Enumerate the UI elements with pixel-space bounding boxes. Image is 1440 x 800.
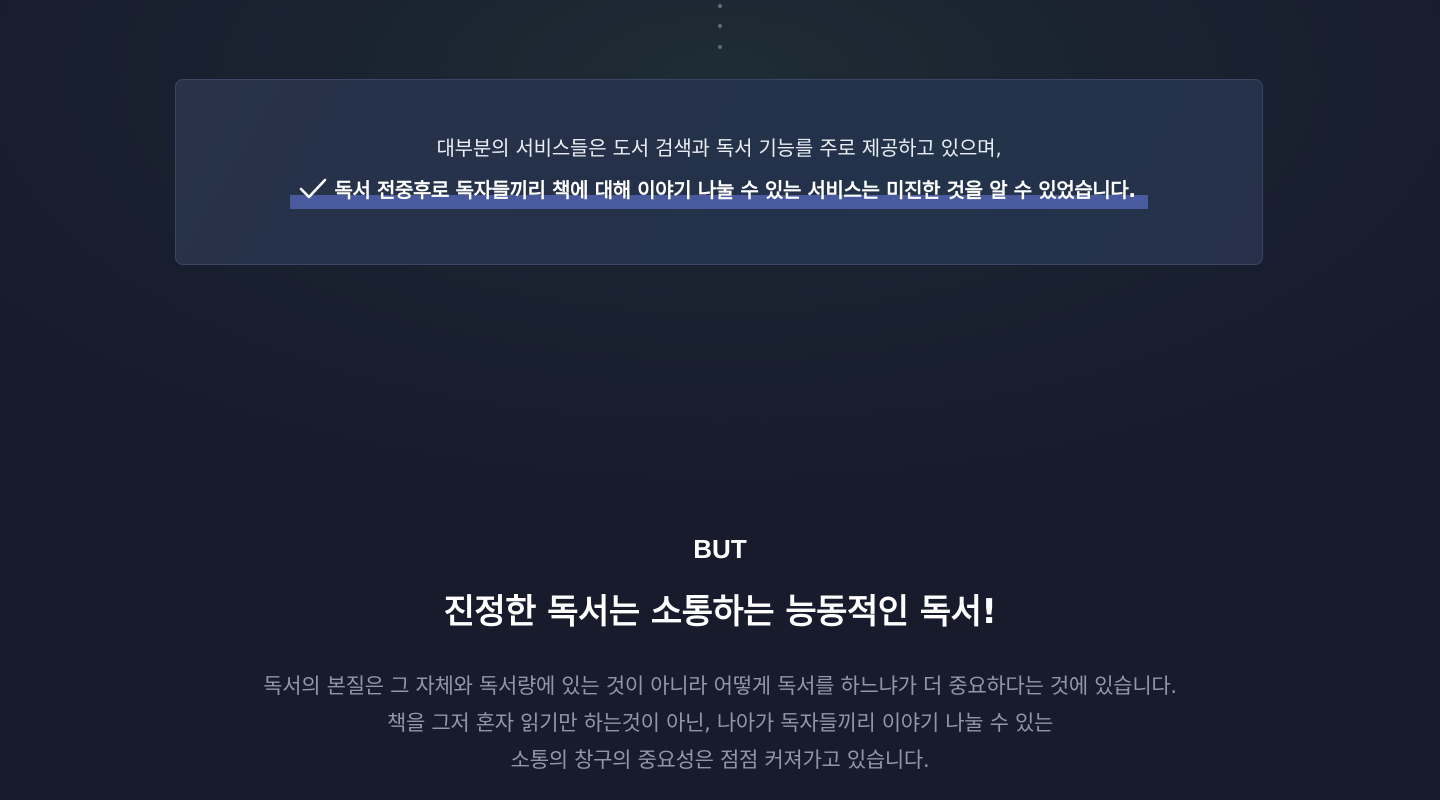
card-highlight-statement: 독서 전중후로 독자들끼리 책에 대해 이야기 나눌 수 있는 서비스는 미진한… [290,174,1148,209]
section-body: 독서의 본질은 그 자체와 독서량에 있는 것이 아니라 어떻게 독서를 하느냐… [0,668,1440,779]
dot [718,45,722,49]
body-line: 책을 그저 혼자 읽기만 하는것이 아닌, 나아가 독자들끼리 이야기 나눌 수… [386,711,1054,735]
section-headline: 진정한 독서는 소통하는 능동적인 독서! [443,592,997,632]
body-line: 독서의 본질은 그 자체와 독서량에 있는 것이 아니라 어떻게 독서를 하느냐… [263,674,1177,698]
section-eyebrow: BUT [693,534,747,564]
body-line: 소통의 창구의 중요성은 점점 커져가고 있습니다. [510,748,930,772]
card-intro-text: 대부분의 서비스들은 도서 검색과 독서 기능를 주로 제공하고 있으며, [436,136,1002,160]
dot [718,4,722,8]
vertical-dots-connector [718,0,722,60]
dot [718,24,722,28]
problem-summary-card: 대부분의 서비스들은 도서 검색과 독서 기능를 주로 제공하고 있으며, 독서… [175,79,1263,265]
check-icon [300,178,327,198]
card-highlight-text: 독서 전중후로 독자들끼리 책에 대해 이야기 나눌 수 있는 서비스는 미진한… [334,178,1136,202]
